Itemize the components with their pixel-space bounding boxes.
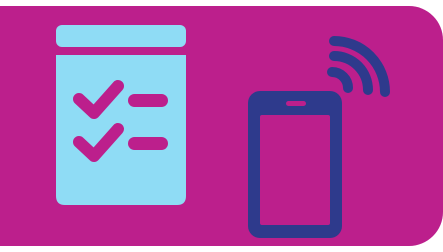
smartphone-icon [248,91,342,238]
magenta-panel [0,6,443,246]
list-line-2 [128,137,168,150]
illustration-canvas [0,0,443,252]
phone-speaker [286,101,306,106]
illustration-svg [0,6,443,246]
list-line-1 [128,94,168,107]
phone-screen [260,115,330,225]
checklist-header-bar [56,25,186,47]
